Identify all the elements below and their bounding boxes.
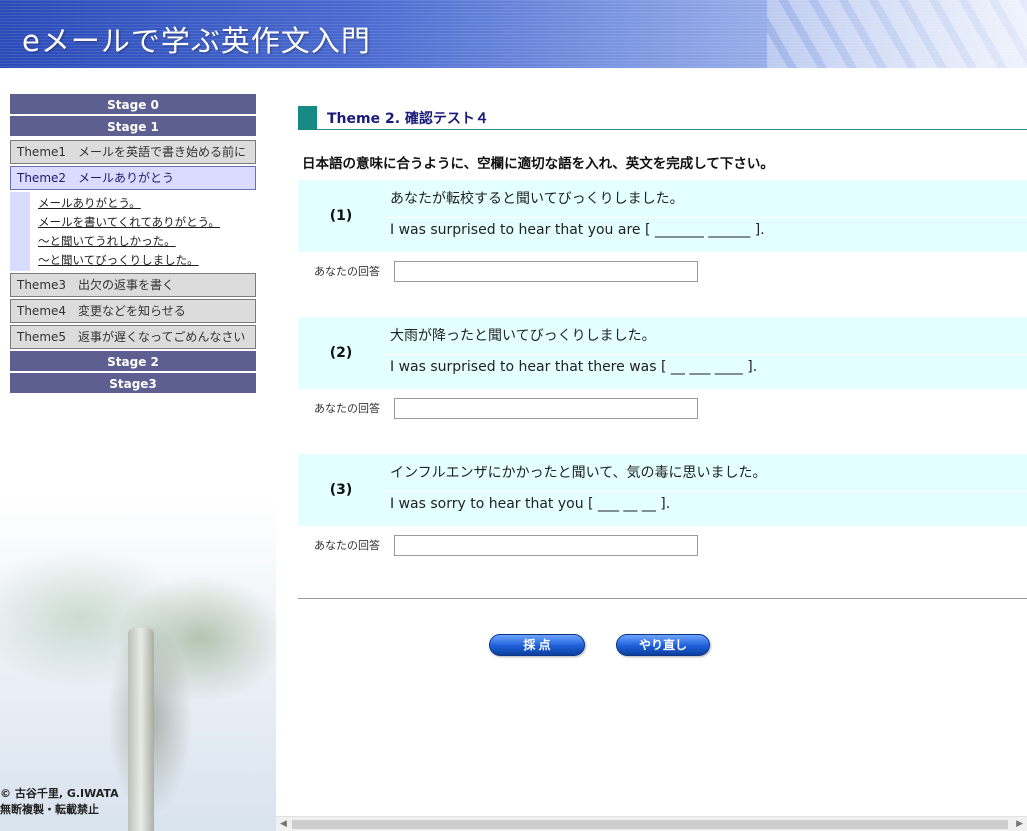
section-divider — [298, 598, 1027, 599]
question-2: (2) 大雨が降ったと聞いてびっくりしました。 I was surprised … — [298, 317, 1027, 389]
question-japanese: 大雨が降ったと聞いてびっくりしました。 — [390, 328, 656, 344]
heading-marker — [298, 106, 317, 130]
answer-label: あなたの回答 — [314, 402, 380, 415]
grade-button[interactable]: 採 点 — [489, 634, 585, 656]
sidebar-theme-2[interactable]: Theme2 メールありがとう — [10, 166, 256, 190]
header-banner: eメールで学ぶ英作文入門 — [0, 0, 1027, 68]
header-keyboard-image — [767, 0, 1027, 68]
question-separator — [384, 354, 1027, 355]
copyright-notice: © 古谷千里, G.IWATA 無断複製・転載禁止 — [0, 786, 119, 818]
horizontal-scrollbar[interactable]: ◀ ▶ — [276, 816, 1027, 831]
answer-input-2[interactable] — [394, 398, 698, 419]
page-title: Theme 2. 確認テスト４ — [327, 111, 489, 127]
answer-row-2: あなたの回答 — [298, 389, 1027, 439]
question-1: (1) あなたが転校すると聞いてびっくりしました。 I was surprise… — [298, 180, 1027, 252]
sidebar-subitem-thanks-writing[interactable]: メールを書いてくれてありがとう。 — [38, 213, 256, 232]
answer-input-1[interactable] — [394, 261, 698, 282]
sidebar-subitem-thanks-mail[interactable]: メールありがとう。 — [38, 194, 256, 213]
answer-input-3[interactable] — [394, 535, 698, 556]
sidebar-theme-3[interactable]: Theme3 出欠の返事を書く — [10, 273, 256, 297]
scrollbar-thumb[interactable] — [292, 820, 1008, 829]
sidebar-theme-1[interactable]: Theme1 メールを英語で書き始める前に — [10, 140, 256, 164]
site-title: eメールで学ぶ英作文入門 — [22, 24, 371, 58]
theme-heading: Theme 2. 確認テスト４ — [298, 106, 1027, 130]
retry-button[interactable]: やり直し — [616, 634, 710, 656]
answer-label: あなたの回答 — [314, 539, 380, 552]
question-english: I was sorry to hear that you [ ___ __ __… — [390, 496, 671, 512]
answer-row-1: あなたの回答 — [298, 252, 1027, 302]
copyright-line-1: © 古谷千里, G.IWATA — [0, 787, 119, 800]
question-3: (3) インフルエンザにかかったと聞いて、気の毒に思いました。 I was so… — [298, 454, 1027, 526]
question-number: (2) — [329, 345, 353, 361]
sidebar-theme-4[interactable]: Theme4 変更などを知らせる — [10, 299, 256, 323]
sidebar-stage-2[interactable]: Stage 2 — [10, 351, 256, 373]
scroll-right-arrow-icon[interactable]: ▶ — [1016, 819, 1023, 829]
question-separator — [384, 491, 1027, 492]
sidebar: Stage 0 Stage 1 Theme1 メールを英語で書き始める前に Th… — [0, 68, 276, 831]
sidebar-tree-trunk — [128, 628, 154, 831]
answer-row-3: あなたの回答 — [298, 526, 1027, 576]
sidebar-stage-1[interactable]: Stage 1 — [10, 116, 256, 138]
scroll-left-arrow-icon[interactable]: ◀ — [280, 819, 287, 829]
question-english: I was surprised to hear that you are [ _… — [390, 222, 765, 238]
question-number: (3) — [329, 482, 353, 498]
sidebar-stage-0[interactable]: Stage 0 — [10, 94, 256, 116]
question-separator — [384, 217, 1027, 218]
question-japanese: インフルエンザにかかったと聞いて、気の毒に思いました。 — [390, 465, 767, 481]
main-content: Theme 2. 確認テスト４ 日本語の意味に合うように、空欄に適切な語を入れ、… — [298, 68, 1027, 816]
sidebar-theme-5[interactable]: Theme5 返事が遅くなってごめんなさい — [10, 325, 256, 349]
sidebar-theme-2-subitems: メールありがとう。 メールを書いてくれてありがとう。 ～と聞いてうれしかった。 … — [10, 192, 256, 271]
sidebar-subitem-glad-to-hear[interactable]: ～と聞いてうれしかった。 — [38, 232, 256, 251]
copyright-line-2: 無断複製・転載禁止 — [0, 803, 99, 816]
question-english: I was surprised to hear that there was [… — [390, 359, 758, 375]
answer-label: あなたの回答 — [314, 265, 380, 278]
sidebar-menu: Stage 0 Stage 1 Theme1 メールを英語で書き始める前に Th… — [10, 94, 256, 395]
question-number: (1) — [329, 208, 353, 224]
sidebar-subitem-surprised-to-hear[interactable]: ～と聞いてびっくりしました。 — [38, 251, 256, 270]
instruction-text: 日本語の意味に合うように、空欄に適切な語を入れ、英文を完成して下さい。 — [302, 156, 774, 172]
question-japanese: あなたが転校すると聞いてびっくりしました。 — [390, 191, 684, 207]
sidebar-stage-3[interactable]: Stage3 — [10, 373, 256, 395]
